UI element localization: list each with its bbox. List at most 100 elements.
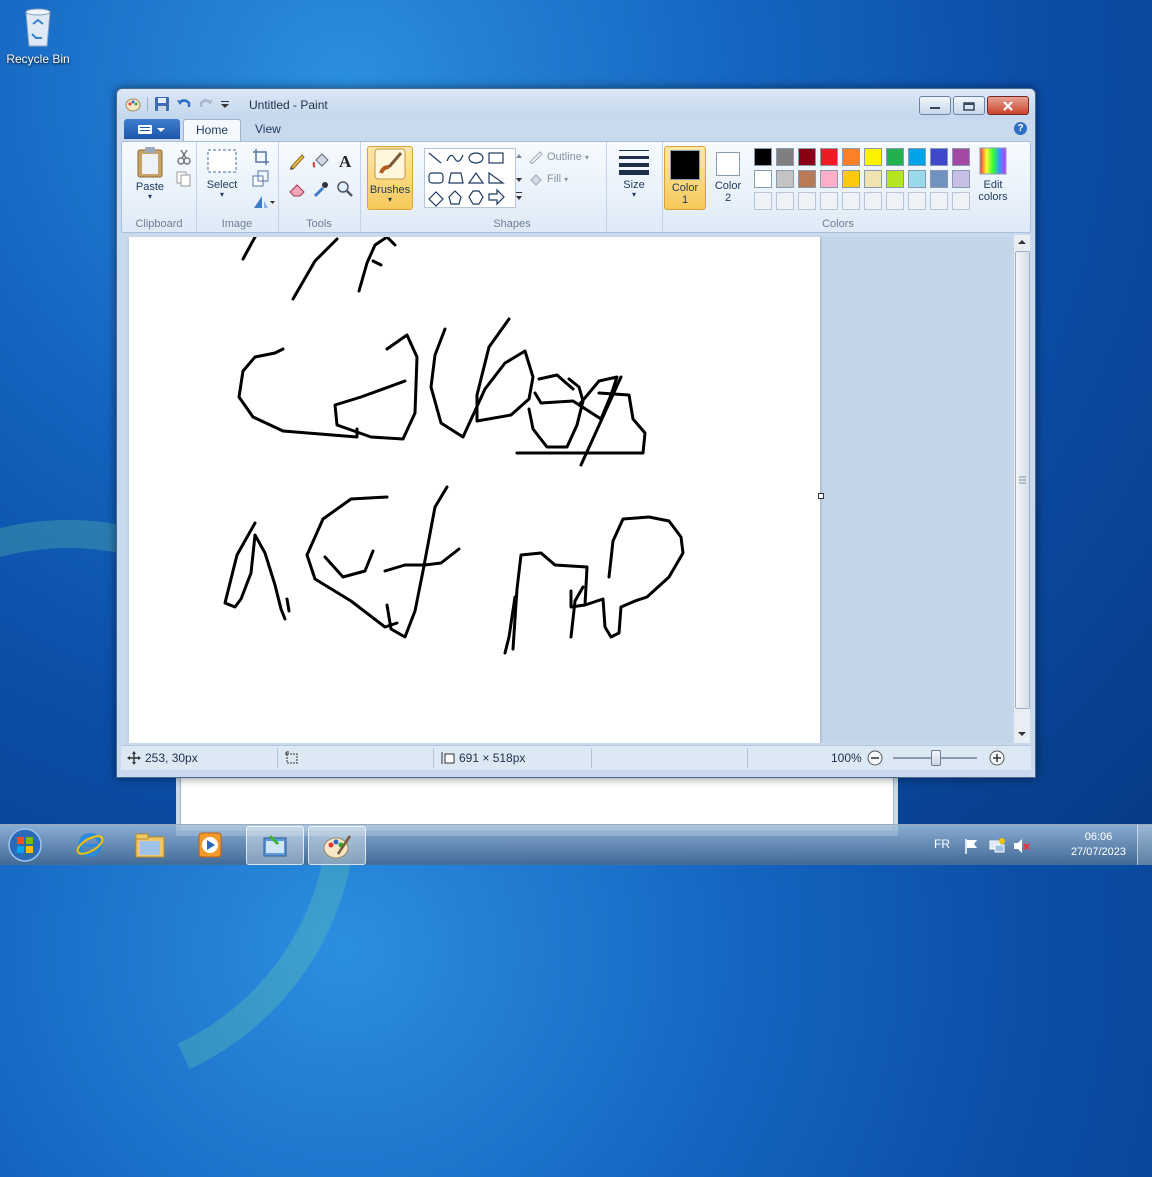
palette-swatch[interactable] <box>754 170 772 188</box>
ribbon-home: Paste ▾ Clipboard Select ▾ Image A Tools… <box>121 141 1031 233</box>
volume-muted-icon[interactable] <box>1012 837 1030 855</box>
palette-swatch[interactable] <box>952 148 970 166</box>
palette-swatch-empty[interactable] <box>776 192 794 210</box>
minimize-button[interactable] <box>919 96 951 115</box>
magnifier-icon[interactable] <box>336 180 354 198</box>
palette-swatch[interactable] <box>930 170 948 188</box>
outline-icon <box>529 151 543 164</box>
start-button[interactable] <box>6 827 44 863</box>
vertical-scrollbar[interactable] <box>1013 235 1030 743</box>
color1-label-line2: 1 <box>681 194 689 206</box>
zoom-out-icon[interactable] <box>867 750 883 766</box>
fill-button[interactable]: Fill ▾ <box>528 172 568 186</box>
palette-swatch-empty[interactable] <box>820 192 838 210</box>
system-clock[interactable]: 06:06 27/07/2023 <box>1071 830 1126 860</box>
palette-swatch-empty[interactable] <box>930 192 948 210</box>
save-icon[interactable] <box>154 96 170 112</box>
clock-time: 06:06 <box>1084 831 1113 843</box>
pencil-icon[interactable] <box>288 152 306 170</box>
resize-icon[interactable] <box>252 170 270 188</box>
close-button[interactable] <box>987 96 1029 115</box>
color1-button[interactable]: Color 1 <box>664 146 706 210</box>
network-icon[interactable] <box>988 837 1006 855</box>
palette-swatch[interactable] <box>820 170 838 188</box>
palette-swatch[interactable] <box>776 148 794 166</box>
action-center-flag-icon[interactable] <box>962 837 980 855</box>
paste-button[interactable]: Paste ▾ <box>130 146 170 201</box>
status-separator <box>277 748 278 768</box>
palette-swatch-empty[interactable] <box>754 192 772 210</box>
paint-app-icon[interactable] <box>125 96 141 112</box>
palette-swatch-empty[interactable] <box>798 192 816 210</box>
canvas-resize-handle[interactable] <box>818 493 824 499</box>
select-rect-icon <box>207 149 237 173</box>
palette-swatch[interactable] <box>754 148 772 166</box>
text-tool-icon[interactable]: A <box>336 152 354 171</box>
palette-swatch[interactable] <box>820 148 838 166</box>
help-icon[interactable]: ? <box>1014 122 1027 135</box>
palette-swatch[interactable] <box>776 170 794 188</box>
paint-window: Untitled - Paint Home View ? Paste ▾ Cli… <box>116 88 1036 778</box>
palette-swatch[interactable] <box>952 170 970 188</box>
size-button[interactable]: Size ▾ <box>612 146 656 199</box>
tab-home[interactable]: Home <box>183 119 242 141</box>
maximize-button[interactable] <box>953 96 985 115</box>
line-size-icon <box>619 150 649 175</box>
palette-swatch-empty[interactable] <box>908 192 926 210</box>
zoom-slider-thumb[interactable] <box>931 750 941 766</box>
palette-swatch[interactable] <box>864 148 882 166</box>
palette-swatch[interactable] <box>798 148 816 166</box>
cut-icon[interactable] <box>175 148 193 166</box>
select-button[interactable]: Select ▾ <box>200 146 244 199</box>
zoom-level: 100% <box>831 751 862 765</box>
edit-colors-button[interactable]: Edit colors <box>972 146 1014 203</box>
taskbar-media-player[interactable] <box>182 826 238 863</box>
palette-swatch[interactable] <box>864 170 882 188</box>
palette-swatch[interactable] <box>930 148 948 166</box>
eraser-icon[interactable] <box>288 180 306 198</box>
shapes-gallery-scroll[interactable] <box>514 148 524 206</box>
rotate-icon[interactable] <box>252 192 276 210</box>
palette-swatch-empty[interactable] <box>952 192 970 210</box>
palette-swatch-empty[interactable] <box>864 192 882 210</box>
scroll-down-icon[interactable] <box>1014 727 1030 741</box>
crop-icon[interactable] <box>252 148 270 166</box>
scroll-up-icon[interactable] <box>1014 235 1030 249</box>
palette-swatch-empty[interactable] <box>842 192 860 210</box>
palette-swatch[interactable] <box>908 148 926 166</box>
fill-bucket-icon[interactable] <box>312 152 330 170</box>
taskbar-window-switcher[interactable] <box>246 826 304 865</box>
recycle-bin-desktop-icon[interactable]: Recycle Bin <box>4 6 72 66</box>
shapes-gallery[interactable] <box>424 148 516 208</box>
palette-swatch[interactable] <box>798 170 816 188</box>
palette-swatch-empty[interactable] <box>886 192 904 210</box>
selection-size-icon <box>285 751 298 764</box>
redo-icon[interactable] <box>198 96 214 112</box>
tab-view[interactable]: View <box>243 119 293 140</box>
select-dropdown-arrow-icon: ▾ <box>219 190 224 199</box>
taskbar-explorer[interactable] <box>122 826 178 863</box>
palette-swatch[interactable] <box>908 170 926 188</box>
copy-icon[interactable] <box>175 170 193 188</box>
color2-button[interactable]: Color 2 <box>708 146 748 208</box>
customize-qat-icon[interactable] <box>220 96 236 112</box>
taskbar-paint[interactable] <box>308 826 366 865</box>
palette-swatch[interactable] <box>842 170 860 188</box>
zoom-in-icon[interactable] <box>989 750 1005 766</box>
outline-button[interactable]: Outline ▾ <box>528 150 589 164</box>
file-menu-button[interactable] <box>124 119 180 139</box>
scroll-thumb[interactable] <box>1015 251 1030 709</box>
color-picker-icon[interactable] <box>312 180 330 198</box>
ribbon-tab-row: Home View ? <box>121 119 1031 141</box>
drawing-canvas[interactable] <box>129 237 820 743</box>
palette-swatch[interactable] <box>842 148 860 166</box>
minimize-icon <box>930 106 940 109</box>
status-separator <box>433 748 434 768</box>
show-desktop-button[interactable] <box>1137 825 1152 865</box>
language-indicator[interactable]: FR <box>934 837 950 851</box>
undo-icon[interactable] <box>176 96 192 112</box>
palette-swatch[interactable] <box>886 170 904 188</box>
palette-swatch[interactable] <box>886 148 904 166</box>
brushes-button[interactable]: Brushes ▾ <box>367 146 413 210</box>
taskbar-internet-explorer[interactable] <box>62 826 118 863</box>
